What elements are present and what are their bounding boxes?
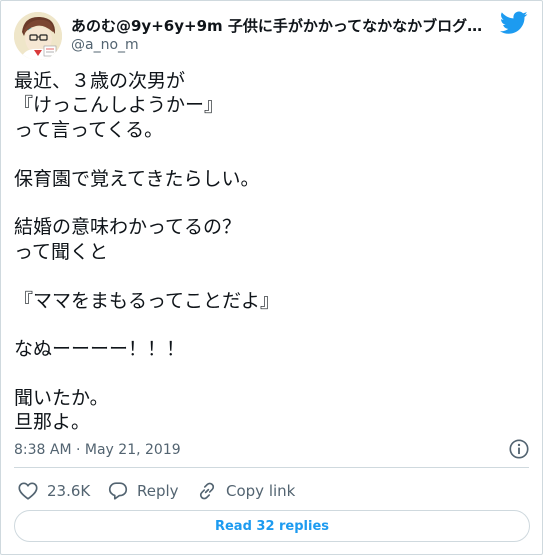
tweet-line — [14, 191, 529, 215]
tweet-line — [14, 362, 529, 386]
like-count: 23.6K — [47, 482, 91, 500]
tweet-text: 最近、３歳の次男が 『けっこんしようかー』 って言ってくる。 保育園で覚えてきた… — [14, 69, 529, 435]
display-name[interactable]: あのむ@9y+6y+9m 子供に手がかかってなかなかブログ書け… — [71, 15, 491, 36]
tweet-line: 旦那よ。 — [14, 411, 91, 434]
link-icon — [199, 482, 215, 500]
tweet-line: 『ママをまもるってことだよ』 — [14, 289, 280, 312]
heart-icon — [18, 482, 38, 500]
user-handle[interactable]: @a_no_m — [71, 37, 139, 53]
divider — [14, 467, 529, 468]
reply-label: Reply — [137, 482, 179, 500]
tweet-line: 聞いたか。 — [14, 387, 109, 410]
tweet-line: 『けっこんしようかー』 — [14, 94, 224, 117]
reply-button[interactable]: Reply — [107, 478, 179, 504]
tweet-line — [14, 142, 529, 166]
tweet-line — [14, 264, 529, 288]
like-button[interactable]: 23.6K — [17, 478, 90, 504]
tweet-line — [14, 313, 529, 337]
read-replies-button[interactable]: Read 32 replies — [14, 510, 530, 542]
tweet-card: あのむ@9y+6y+9m 子供に手がかかってなかなかブログ書け… @a_no_m… — [0, 0, 543, 555]
reply-bubble-icon — [108, 482, 128, 500]
tweet-line: なぬーーーー！！！ — [14, 338, 186, 361]
tweet-line: って聞くと — [14, 240, 109, 263]
tweet-line: って言ってくる。 — [14, 118, 164, 141]
info-icon[interactable] — [508, 438, 530, 460]
copy-link-label: Copy link — [226, 482, 296, 500]
twitter-bird-icon[interactable] — [500, 11, 528, 35]
copy-link-button[interactable]: Copy link — [196, 478, 295, 504]
tweet-line: 最近、３歳の次男が — [14, 70, 186, 92]
tweet-line: 保育園で覚えてきたらしい。 — [14, 167, 260, 190]
tweet-line: 結婚の意味わかってるの？ — [14, 216, 242, 239]
avatar[interactable] — [14, 12, 62, 60]
tweet-timestamp[interactable]: 8:38 AM · May 21, 2019 — [14, 442, 181, 458]
